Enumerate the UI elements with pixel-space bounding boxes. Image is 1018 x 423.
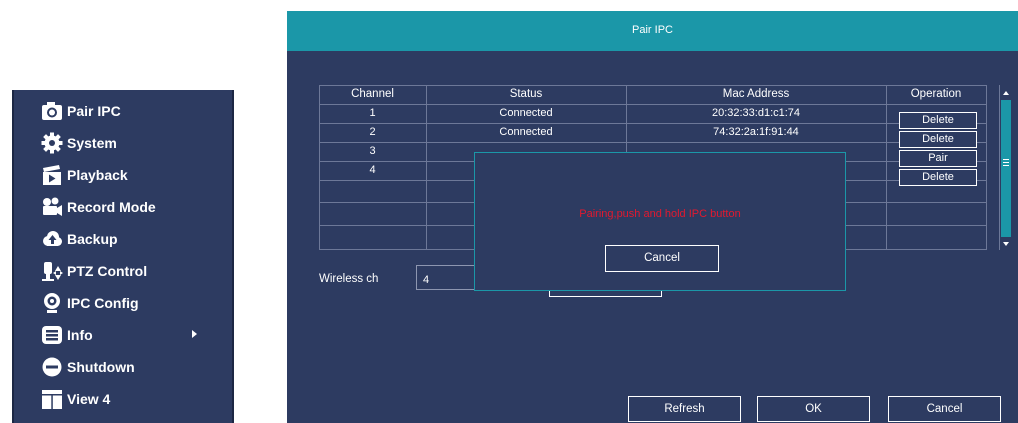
cancel-button[interactable]: Cancel <box>888 396 1001 422</box>
menu-item-label: Pair IPC <box>67 103 121 119</box>
menu-item-record-mode[interactable]: Record Mode <box>14 191 232 223</box>
table-row-channel: 1 <box>369 107 376 119</box>
wireless-channel-label: Wireless ch <box>319 273 379 285</box>
gear-icon <box>41 132 63 154</box>
grip-icon <box>1003 159 1009 160</box>
menu-item-ipc-config[interactable]: IPC Config <box>14 287 232 319</box>
grip-icon <box>1003 165 1009 166</box>
refresh-button[interactable]: Refresh <box>628 396 741 422</box>
ptz-camera-icon <box>41 260 63 282</box>
grid-view-icon <box>41 388 63 410</box>
table-row-status: Connected <box>499 107 553 119</box>
menu-item-label: Backup <box>67 231 118 247</box>
menu-item-system[interactable]: System <box>14 127 232 159</box>
menu-item-label: Shutdown <box>67 359 135 375</box>
table-row-status: Connected <box>499 126 553 138</box>
popup-cancel-button[interactable]: Cancel <box>605 245 719 272</box>
table-row-mac: 74:32:2a:1f:91:44 <box>713 126 799 138</box>
menu-item-pair-ipc[interactable]: Pair IPC <box>14 95 232 127</box>
table-row-channel: 2 <box>369 126 376 138</box>
column-header-operation: Operation <box>910 88 962 100</box>
menu-item-label: Record Mode <box>67 199 156 215</box>
menu-item-backup[interactable]: Backup <box>14 223 232 255</box>
camera-icon <box>41 100 63 122</box>
menu-item-label: Playback <box>67 167 128 183</box>
scrollbar-thumb[interactable] <box>1001 100 1011 237</box>
table-row-mac: 20:32:33:d1:c1:74 <box>711 107 801 119</box>
clapperboard-icon <box>41 164 63 186</box>
menu-item-view-4[interactable]: View 4 <box>14 383 232 415</box>
pairing-popup: Pairing,push and hold IPC button Cancel <box>474 152 846 291</box>
menu-item-ptz-control[interactable]: PTZ Control <box>14 255 232 287</box>
pairing-message: Pairing,push and hold IPC button <box>579 208 741 220</box>
menu-item-shutdown[interactable]: Shutdown <box>14 351 232 383</box>
ok-button[interactable]: OK <box>757 396 870 422</box>
menu-item-label: View 4 <box>67 391 111 407</box>
delete-button[interactable]: Delete <box>899 112 977 129</box>
menu-item-label: IPC Config <box>67 295 139 311</box>
column-header-mac-address: Mac Address <box>722 88 790 100</box>
column-header-channel: Channel <box>351 88 394 100</box>
table-row-channel: 3 <box>369 145 376 157</box>
menu-item-info[interactable]: Info <box>14 319 232 351</box>
delete-button[interactable]: Delete <box>899 131 977 148</box>
menu-item-label: Info <box>67 327 93 343</box>
pair-button[interactable]: Pair <box>899 150 977 167</box>
scroll-down-icon[interactable] <box>1003 242 1009 246</box>
menu-item-label: System <box>67 135 117 151</box>
table-row-channel: 4 <box>369 164 376 176</box>
dialog-title: Pair IPC <box>632 24 673 36</box>
delete-button[interactable]: Delete <box>899 169 977 186</box>
scroll-up-icon[interactable] <box>1003 91 1009 95</box>
cloud-upload-icon <box>41 228 63 250</box>
table-scrollbar[interactable] <box>999 85 1011 250</box>
power-icon <box>41 356 63 378</box>
submenu-arrow-icon <box>192 330 197 338</box>
grip-icon <box>1003 162 1009 163</box>
webcam-icon <box>41 292 63 314</box>
column-header-status: Status <box>509 88 543 100</box>
menu-item-playback[interactable]: Playback <box>14 159 232 191</box>
video-camera-icon <box>41 196 63 218</box>
dialog-header: Pair IPC <box>287 11 1018 51</box>
context-menu: Pair IPC System Playback Record Mode Bac… <box>12 90 234 423</box>
list-icon <box>41 324 63 346</box>
menu-item-label: PTZ Control <box>67 263 148 279</box>
